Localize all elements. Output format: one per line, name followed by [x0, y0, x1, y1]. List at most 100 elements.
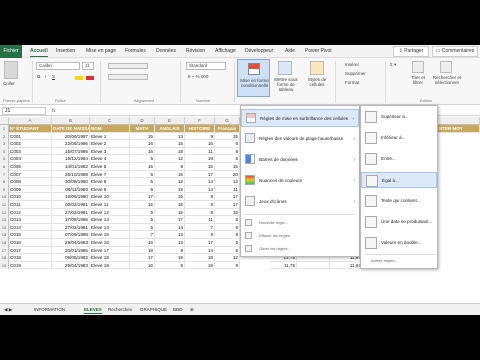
table-cell[interactable]: 18 [130, 246, 155, 255]
table-cell[interactable]: 11 [185, 216, 215, 224]
header-cell[interactable]: Français [215, 125, 240, 133]
table-cell[interactable]: Eleve 4 [90, 155, 130, 163]
table-cell[interactable]: 5 [215, 155, 240, 163]
table-cell[interactable]: 15 [185, 163, 215, 171]
table-cell[interactable]: Eleve 15 [90, 231, 130, 239]
row-number[interactable]: 13 [0, 216, 9, 224]
table-cell[interactable]: C019 [9, 261, 52, 270]
number-format-select[interactable]: Standard [186, 62, 226, 70]
table-cell[interactable]: 6 [215, 140, 240, 148]
row-number[interactable]: 12 [0, 208, 9, 217]
submenu-date-occurring[interactable]: Une date se produisant... [361, 214, 437, 230]
indent-icons[interactable] [108, 74, 148, 80]
table-cell[interactable]: C008 [9, 178, 52, 186]
header-cell[interactable]: ANGLAIS [155, 125, 185, 133]
align-icons[interactable] [108, 63, 148, 69]
table-cell[interactable]: 16 [185, 140, 215, 148]
table-cell[interactable]: 17 [215, 193, 240, 201]
submenu-greater-than[interactable]: Supérieur à... [361, 109, 437, 125]
add-sheet-icon[interactable]: ⊕ [190, 306, 194, 313]
table-cell[interactable]: 14 [155, 223, 185, 232]
table-cell[interactable]: 20/01/1985 [52, 246, 90, 255]
table-cell[interactable]: 5 [215, 239, 240, 247]
table-cell[interactable]: 18 [155, 147, 185, 156]
font-color-icon[interactable] [86, 76, 94, 80]
table-cell[interactable]: 9 [155, 246, 185, 255]
table-cell[interactable]: C017 [9, 246, 52, 255]
table-cell[interactable]: C010 [9, 193, 52, 201]
select-all-corner[interactable] [0, 117, 9, 125]
table-cell[interactable]: 6 [215, 246, 240, 255]
table-cell[interactable]: 07/09/1988 [52, 231, 90, 239]
table-cell[interactable]: 20 [215, 170, 240, 179]
header-cell[interactable]: NOM [90, 125, 130, 133]
submenu-less-than[interactable]: Inférieur à... [361, 130, 437, 146]
table-cell[interactable]: 13 [155, 132, 185, 141]
table-cell[interactable]: 11 [185, 147, 215, 156]
tab-view[interactable]: Affichage [215, 47, 236, 56]
table-cell[interactable]: 18 [185, 261, 215, 270]
row-number[interactable]: 6 [0, 163, 9, 171]
table-format-icon[interactable] [278, 61, 292, 75]
table-cell[interactable]: 11,67 [330, 261, 363, 270]
table-cell[interactable]: Eleve 9 [90, 185, 130, 194]
header-cell[interactable]: NTER MOY [438, 125, 480, 133]
row-number[interactable]: 10 [0, 193, 9, 201]
table-cell[interactable]: 9 [155, 261, 185, 270]
tab-help[interactable]: Aide [285, 47, 295, 56]
sort-filter-icon[interactable] [412, 61, 424, 73]
table-cell[interactable]: C005 [9, 163, 52, 171]
format-button[interactable]: Format [345, 80, 359, 86]
header-cell[interactable]: MATH [130, 125, 155, 133]
header-cell[interactable]: HISTOIRE [185, 125, 215, 133]
table-cell[interactable]: Eleve 5 [90, 163, 130, 171]
table-cell[interactable]: 15 [155, 201, 185, 209]
share-button[interactable]: ⇪ Partager [393, 46, 429, 57]
table-cell[interactable]: Eleve 16 [90, 239, 130, 247]
table-cell[interactable]: 17 [155, 216, 185, 224]
row-number[interactable]: 16 [0, 239, 9, 247]
row-number[interactable]: 4 [0, 147, 9, 156]
table-cell[interactable]: Eleve 17 [90, 246, 130, 255]
row-number[interactable]: 1 [0, 125, 9, 133]
header-cell[interactable]: N° ETUDIANT [9, 125, 52, 133]
insert-button[interactable]: Insérer [345, 62, 359, 68]
paste-icon[interactable] [4, 61, 18, 79]
row-number[interactable]: 5 [0, 155, 9, 163]
menu-item-top-bottom-rules[interactable]: Règles des valeurs de plage haute/basse … [241, 130, 359, 148]
table-cell[interactable]: 17 [185, 239, 215, 247]
menu-item-icon-sets[interactable]: Jeux d'icônes › [241, 193, 359, 211]
menu-item-data-bars[interactable]: Barres de données › [241, 151, 359, 169]
table-cell[interactable]: 16 [130, 261, 155, 270]
column-header[interactable]: D [130, 117, 155, 125]
tab-home[interactable]: Accueil [30, 47, 48, 57]
conditional-formatting-button[interactable]: Mise en forme conditionnelle [237, 59, 270, 97]
table-cell[interactable]: 16 [130, 147, 155, 156]
table-cell[interactable]: Eleve 14 [90, 223, 130, 232]
table-cell[interactable]: 8 [185, 201, 215, 209]
table-cell[interactable]: 15/07/1985 [52, 147, 90, 156]
table-cell[interactable]: 15 [155, 140, 185, 148]
table-cell[interactable]: 6 [215, 223, 240, 232]
table-cell[interactable]: Eleve 12 [90, 208, 130, 217]
table-cell[interactable]: 15 [130, 201, 155, 209]
row-number[interactable]: 17 [0, 246, 9, 255]
table-cell[interactable]: C004 [9, 155, 52, 163]
column-header[interactable]: B [52, 117, 90, 125]
table-cell[interactable]: 15 [130, 163, 155, 171]
row-number[interactable]: 7 [0, 170, 9, 179]
tab-data[interactable]: Données [156, 47, 176, 56]
table-cell[interactable]: C015 [9, 231, 52, 239]
table-cell[interactable]: C012 [9, 208, 52, 217]
table-cell[interactable]: Eleve 13 [90, 216, 130, 224]
table-cell[interactable]: 12 [155, 178, 185, 186]
table-cell[interactable]: 6 [130, 185, 155, 194]
row-number[interactable]: 19 [0, 261, 9, 270]
table-cell[interactable]: 06/11/1980 [52, 185, 90, 194]
table-cell[interactable]: 09/05/1982 [52, 254, 90, 262]
table-cell[interactable]: 30/08/1980 [52, 178, 90, 186]
tab-file[interactable]: Fichier [0, 45, 22, 58]
column-header[interactable]: E [155, 117, 185, 125]
column-header[interactable]: G [215, 117, 240, 125]
row-number[interactable]: 3 [0, 140, 9, 148]
